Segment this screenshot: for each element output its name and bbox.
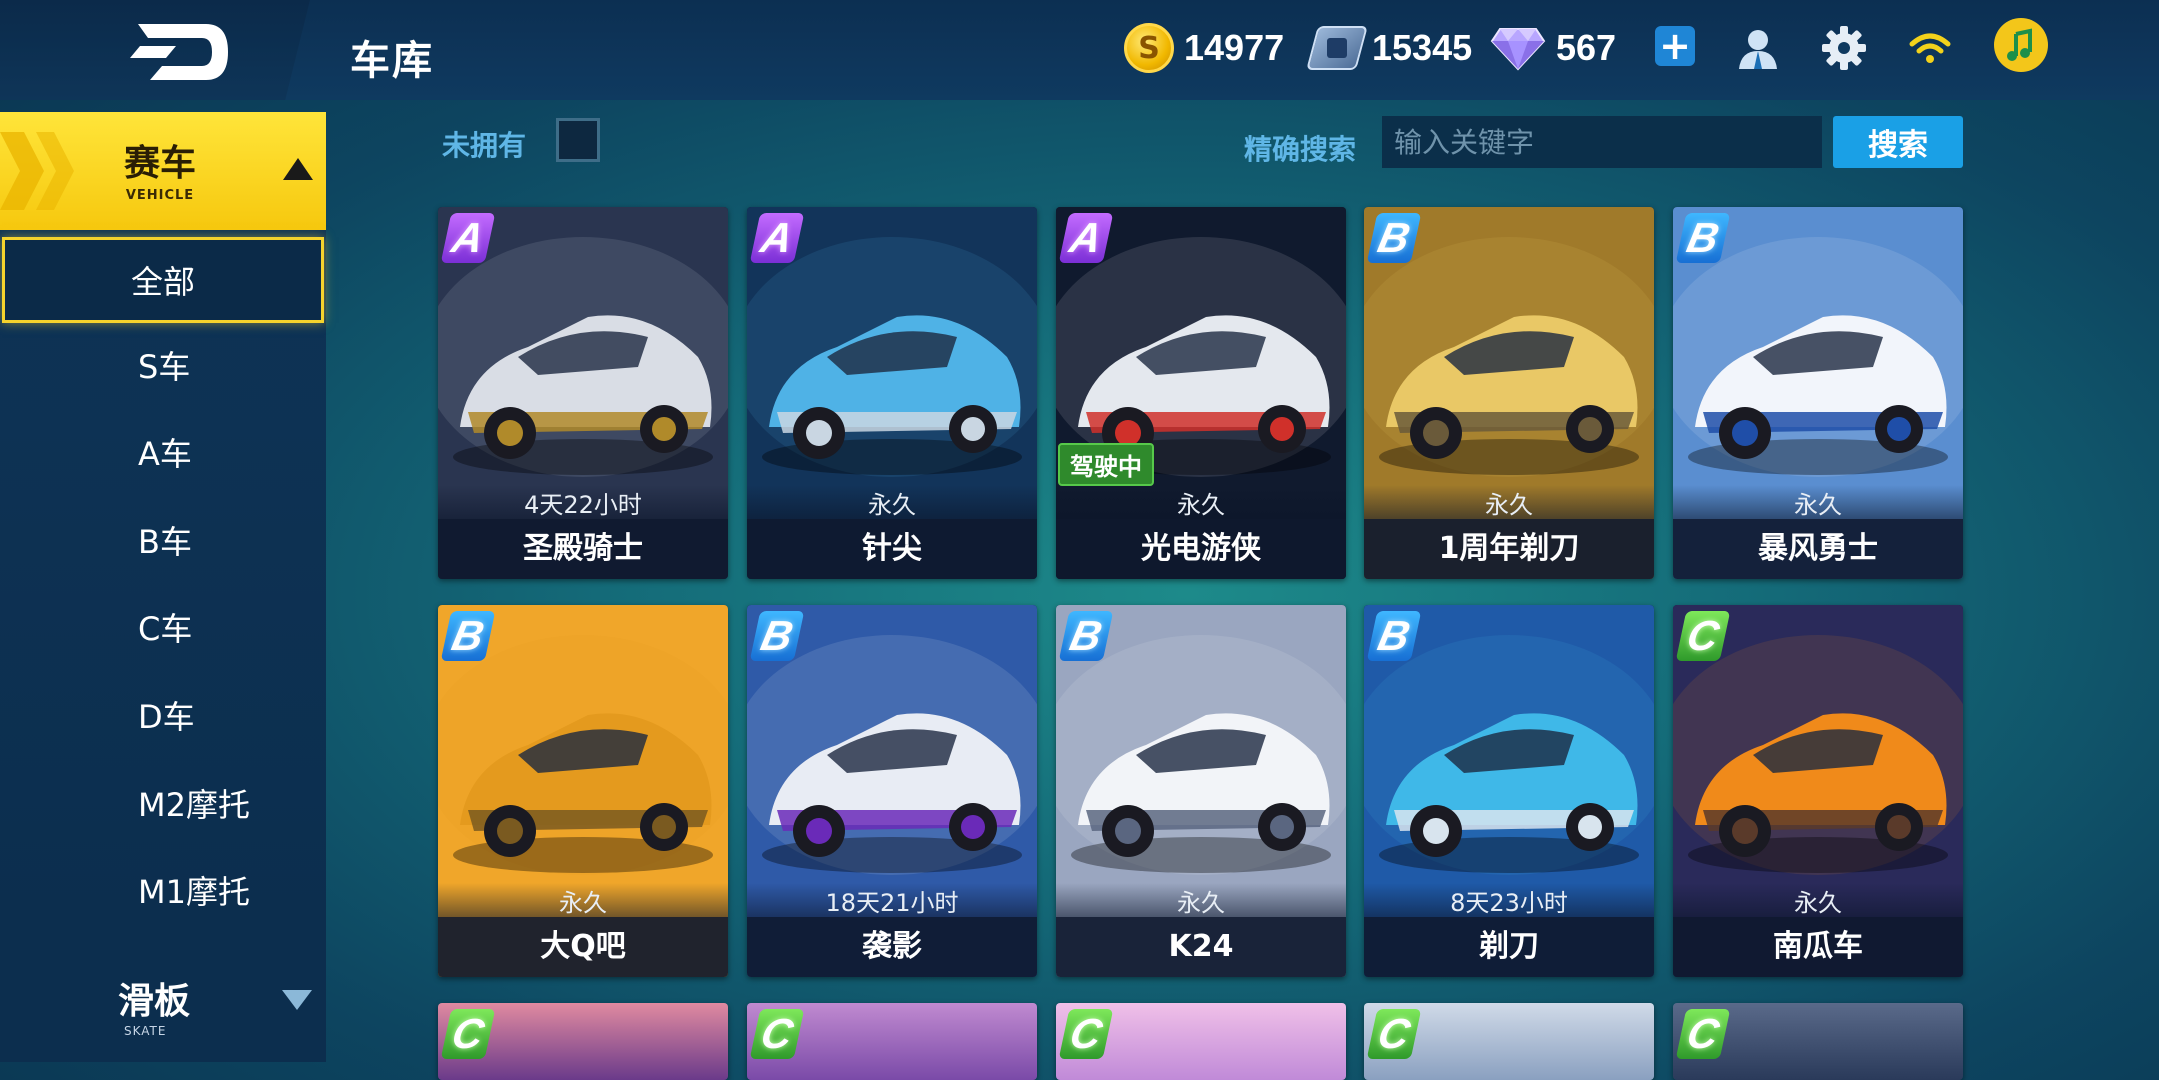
- car-card[interactable]: B 永久 1周年剃刀: [1364, 207, 1654, 579]
- car-duration: 永久: [1673, 485, 1963, 519]
- car-name: 南瓜车: [1673, 917, 1963, 977]
- car-name: 袭影: [747, 917, 1037, 977]
- category-vehicle-label: 赛车: [123, 143, 196, 184]
- search-label: 精确搜索: [1244, 133, 1357, 166]
- top-bar: 车库 S 14977 15345 567 +: [0, 0, 2159, 100]
- coupon-amount: 15345: [1372, 27, 1473, 68]
- car-card-partial[interactable]: C: [438, 1003, 728, 1080]
- car-duration: 8天23小时: [1364, 883, 1654, 917]
- car-duration: 永久: [438, 883, 728, 917]
- wifi-icon: [1904, 22, 1956, 74]
- sidebar-item-c[interactable]: C车: [0, 584, 326, 670]
- sidebar-item-m2[interactable]: M2摩托: [0, 760, 326, 846]
- car-duration: 4天22小时: [438, 485, 728, 519]
- grade-badge: C: [1058, 1009, 1114, 1059]
- diamond-currency: 567: [1490, 18, 1616, 78]
- gold-amount: 14977: [1184, 27, 1285, 68]
- sidebar-item-label: B车: [138, 523, 192, 561]
- coupon-currency: 15345: [1306, 18, 1473, 78]
- not-owned-label: 未拥有: [442, 129, 527, 162]
- car-name: 剃刀: [1364, 917, 1654, 977]
- sidebar-item-a[interactable]: A车: [0, 409, 326, 495]
- category-skate-sub: SKATE: [124, 1024, 167, 1038]
- sidebar-item-label: C车: [138, 610, 193, 648]
- car-card[interactable]: A 永久 针尖: [747, 207, 1037, 579]
- car-card[interactable]: C 永久 南瓜车: [1673, 605, 1963, 977]
- car-duration: 18天21小时: [747, 883, 1037, 917]
- sidebar-item-all[interactable]: 全部: [2, 237, 324, 323]
- category-vehicle[interactable]: 赛车 VEHICLE: [0, 112, 326, 230]
- category-skate-label: 滑板: [118, 981, 191, 1022]
- expand-arrow-icon: [282, 990, 312, 1010]
- sidebar-item-label: M2摩托: [138, 786, 250, 824]
- category-skate[interactable]: 滑板 SKATE: [0, 942, 326, 1062]
- car-duration: 永久: [1056, 883, 1346, 917]
- sidebar-item-label: A车: [138, 435, 192, 473]
- car-name: 圣殿骑士: [438, 519, 728, 579]
- logo-icon: [130, 24, 228, 80]
- sidebar-item-s[interactable]: S车: [0, 322, 326, 408]
- car-name: K24: [1056, 917, 1346, 977]
- car-card-partial[interactable]: C: [1364, 1003, 1654, 1080]
- car-card[interactable]: A 驾驶中 永久 光电游侠: [1056, 207, 1346, 579]
- car-card[interactable]: B 永久 大Q吧: [438, 605, 728, 977]
- sidebar-item-d[interactable]: D车: [0, 672, 326, 758]
- add-currency-button[interactable]: +: [1655, 26, 1695, 66]
- driving-status-badge: 驾驶中: [1058, 443, 1154, 486]
- grade-badge: C: [440, 1009, 496, 1059]
- car-name: 光电游侠: [1056, 519, 1346, 579]
- friends-icon[interactable]: [1732, 22, 1784, 74]
- car-card[interactable]: B 永久 暴风勇士: [1673, 207, 1963, 579]
- car-card[interactable]: B 永久 K24: [1056, 605, 1346, 977]
- car-name: 1周年剃刀: [1364, 519, 1654, 579]
- car-duration: 永久: [1364, 485, 1654, 519]
- sidebar-item-b[interactable]: B车: [0, 497, 326, 583]
- car-duration: 永久: [1056, 485, 1346, 519]
- grade-badge: C: [1366, 1009, 1422, 1059]
- car-card-partial[interactable]: C: [1056, 1003, 1346, 1080]
- car-name: 大Q吧: [438, 917, 728, 977]
- car-card-partial[interactable]: C: [1673, 1003, 1963, 1080]
- car-card[interactable]: B 8天23小时 剃刀: [1364, 605, 1654, 977]
- diamond-amount: 567: [1556, 27, 1617, 68]
- car-name: 暴风勇士: [1673, 519, 1963, 579]
- car-duration: 永久: [747, 485, 1037, 519]
- coupon-icon: [1306, 26, 1368, 70]
- sidebar-item-label: D车: [138, 698, 195, 736]
- car-card-partial[interactable]: C: [747, 1003, 1037, 1080]
- grade-badge: C: [1675, 1009, 1731, 1059]
- search-button[interactable]: 搜索: [1833, 116, 1963, 168]
- car-duration: 永久: [1673, 883, 1963, 917]
- category-vehicle-sub: VEHICLE: [125, 188, 195, 203]
- sidebar-item-label: S车: [138, 348, 191, 386]
- sidebar-item-label: M1摩托: [138, 873, 250, 911]
- collapse-arrow-icon: [283, 158, 313, 180]
- car-card[interactable]: A 4天22小时 圣殿骑士: [438, 207, 728, 579]
- gold-currency: S 14977: [1124, 18, 1284, 78]
- gear-icon[interactable]: [1818, 22, 1870, 74]
- coin-icon: S: [1124, 23, 1174, 73]
- diamond-icon: [1490, 28, 1546, 71]
- sidebar: 赛车 VEHICLE 全部 S车 A车 B车 C车 D车 M2摩托 M1摩托 滑…: [0, 112, 326, 1062]
- logo-area: [0, 0, 310, 100]
- car-name: 针尖: [747, 519, 1037, 579]
- music-icon[interactable]: [1994, 18, 2048, 72]
- search-input[interactable]: [1382, 116, 1822, 168]
- not-owned-checkbox[interactable]: [556, 118, 600, 162]
- sidebar-item-m1[interactable]: M1摩托: [0, 847, 326, 933]
- chevrons-icon: [0, 132, 74, 210]
- sidebar-item-label: 全部: [130, 263, 195, 301]
- car-card[interactable]: B 18天21小时 袭影: [747, 605, 1037, 977]
- grade-badge: C: [749, 1009, 805, 1059]
- page-title: 车库: [350, 38, 434, 84]
